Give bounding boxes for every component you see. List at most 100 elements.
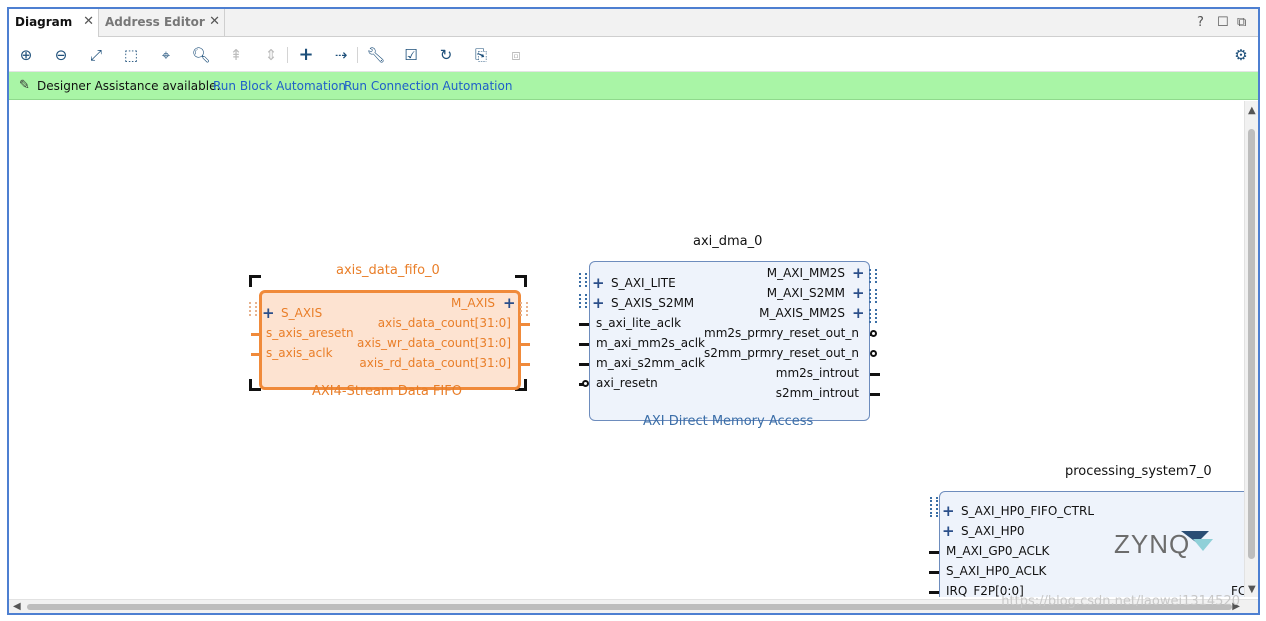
fifo-instance-name[interactable]: axis_data_fifo_0 — [336, 263, 440, 278]
regenerate-layout-icon[interactable]: ↻ — [436, 45, 456, 65]
bus-connector — [249, 302, 257, 316]
pin-stub — [579, 323, 589, 326]
expand-interface-icon[interactable]: + — [592, 296, 605, 311]
assistance-text: Designer Assistance available. — [37, 79, 221, 93]
validate-design-icon[interactable]: ☑ — [401, 45, 421, 65]
diagram-window: Diagram ✕ Address Editor ✕ ? ☐ ⧉ ⊕ ⊖ ⤢ ⬚… — [7, 7, 1260, 615]
pin-stub — [929, 591, 939, 594]
pin-stub — [520, 343, 530, 346]
dma-pin-m-axi-s2mm-aclk[interactable]: m_axi_s2mm_aclk — [596, 356, 705, 370]
bus-connector — [930, 497, 938, 517]
active-low-pin-icon — [582, 380, 589, 387]
expand-interface-icon[interactable]: + — [262, 306, 275, 321]
close-icon[interactable]: ✕ — [209, 9, 220, 35]
pin-stub — [929, 571, 939, 574]
ps-instance-name[interactable]: processing_system7_0 — [1065, 464, 1212, 479]
toolbar-separator — [357, 47, 358, 63]
vertical-scrollbar[interactable]: ▲ ▼ — [1244, 101, 1258, 597]
dma-pin-m-axi-mm2s[interactable]: M_AXI_MM2S — [709, 266, 845, 280]
expand-interface-icon[interactable]: + — [852, 266, 865, 281]
detach-icon[interactable]: ⧉ — [1237, 15, 1246, 30]
expand-interface-icon[interactable]: + — [942, 504, 955, 519]
ps-pin-s-axi-hp0[interactable]: S_AXI_HP0 — [961, 524, 1024, 538]
fifo-pin-m-axis[interactable]: M_AXIS — [409, 296, 495, 310]
dma-pin-s2mm-reset[interactable]: s2mm_prmry_reset_out_n — [699, 346, 859, 360]
pin-stub — [579, 343, 589, 346]
zoom-fit-icon[interactable]: ⤢ — [86, 45, 106, 65]
dma-pin-s-axis-s2mm[interactable]: S_AXIS_S2MM — [611, 296, 694, 310]
run-connection-automation-link[interactable]: Run Connection Automation — [344, 72, 512, 100]
expand-all-icon[interactable]: ⇕ — [261, 45, 281, 65]
pin-stub — [251, 333, 261, 336]
dma-pin-axi-resetn[interactable]: axi_resetn — [596, 376, 658, 390]
active-low-pin-icon — [870, 350, 877, 357]
toolbar: ⊕ ⊖ ⤢ ⬚ ⌖ 🔍︎ ⇞ ⇕ + ⇢ 🔧︎ ☑ ↻ ⎘ ⧈ ⚙ — [9, 38, 1258, 72]
expand-interface-icon[interactable]: + — [852, 286, 865, 301]
selection-corner — [249, 275, 261, 287]
selection-corner — [515, 275, 527, 287]
ps-pin-hp0-fifo-ctrl[interactable]: S_AXI_HP0_FIFO_CTRL — [961, 504, 1094, 518]
zoom-out-icon[interactable]: ⊖ — [51, 45, 71, 65]
add-ip-icon[interactable]: + — [296, 45, 316, 65]
expand-interface-icon[interactable]: + — [503, 296, 516, 311]
tab-diagram-label: Diagram — [15, 15, 73, 29]
scroll-down-icon[interactable]: ▼ — [1248, 584, 1256, 595]
pin-stub — [929, 551, 939, 554]
make-external-icon[interactable]: ⇢ — [331, 45, 351, 65]
pin-stub — [251, 353, 261, 356]
bus-connector — [869, 309, 877, 323]
vertical-scroll-thumb[interactable] — [1248, 129, 1255, 559]
expand-interface-icon[interactable]: + — [852, 306, 865, 321]
wrench-icon[interactable]: 🔧︎ — [366, 45, 386, 65]
gear-icon[interactable]: ⚙ — [1231, 45, 1251, 65]
pin-stub — [520, 363, 530, 366]
optimize-routing-icon[interactable]: ⎘ — [471, 45, 491, 65]
tab-address-editor[interactable]: Address Editor ✕ — [99, 9, 225, 37]
zynq-logo-icon — [1181, 531, 1213, 551]
zoom-in-icon[interactable]: ⊕ — [16, 45, 36, 65]
dma-pin-s-axi-lite[interactable]: S_AXI_LITE — [611, 276, 676, 290]
dma-pin-m-axi-s2mm[interactable]: M_AXI_S2MM — [709, 286, 845, 300]
scroll-left-icon[interactable]: ◀ — [13, 601, 21, 612]
diagram-canvas[interactable]: axis_data_fifo_0 + S_AXIS s_axis_aresetn… — [9, 101, 1258, 597]
fifo-type-label: AXI4-Stream Data FIFO — [312, 384, 462, 399]
zoom-area-icon[interactable]: ⬚ — [121, 45, 141, 65]
tab-diagram[interactable]: Diagram ✕ — [9, 9, 99, 37]
bus-connector — [869, 269, 877, 283]
pin-stub — [870, 393, 880, 396]
expand-interface-icon[interactable]: + — [942, 524, 955, 539]
dma-pin-s2mm-introut[interactable]: s2mm_introut — [749, 386, 859, 400]
watermark: https://blog.csdn.net/laowei1314520 — [1001, 594, 1240, 609]
dma-pin-m-axis-mm2s[interactable]: M_AXIS_MM2S — [709, 306, 845, 320]
pin-stub — [520, 323, 530, 326]
auto-fit-selection-icon[interactable]: ⌖ — [156, 45, 176, 65]
fifo-pin-aclk[interactable]: s_axis_aclk — [266, 346, 333, 360]
dma-type-label: AXI Direct Memory Access — [643, 414, 814, 429]
scroll-up-icon[interactable]: ▲ — [1248, 105, 1256, 116]
dma-pin-m-axi-mm2s-aclk[interactable]: m_axi_mm2s_aclk — [596, 336, 705, 350]
search-icon[interactable]: 🔍︎ — [191, 45, 211, 65]
fifo-pin-data-count[interactable]: axis_data_count[31:0] — [359, 316, 511, 330]
fifo-pin-s-axis[interactable]: S_AXIS — [281, 306, 322, 320]
toolbar-separator — [287, 47, 288, 63]
restore-icon[interactable]: ☐ — [1217, 15, 1229, 30]
dma-instance-name[interactable]: axi_dma_0 — [693, 234, 762, 249]
help-icon[interactable]: ? — [1197, 15, 1204, 30]
fifo-pin-wr-data-count[interactable]: axis_wr_data_count[31:0] — [339, 336, 511, 350]
expand-interface-icon[interactable]: + — [592, 276, 605, 291]
dma-pin-mm2s-introut[interactable]: mm2s_introut — [749, 366, 859, 380]
dma-pin-s-axi-lite-aclk[interactable]: s_axi_lite_aclk — [596, 316, 681, 330]
ps-pin-gp0-aclk[interactable]: M_AXI_GP0_ACLK — [946, 544, 1049, 558]
designer-assistance-bar: ✎ Designer Assistance available. Run Blo… — [9, 72, 1258, 100]
bus-connector — [520, 302, 528, 316]
ps-pin-hp0-aclk[interactable]: S_AXI_HP0_ACLK — [946, 564, 1046, 578]
collapse-all-icon[interactable]: ⇞ — [226, 45, 246, 65]
dma-pin-mm2s-reset[interactable]: mm2s_prmry_reset_out_n — [699, 326, 859, 340]
pin-stub — [870, 373, 880, 376]
close-icon[interactable]: ✕ — [83, 9, 94, 35]
ip-settings-icon[interactable]: ⧈ — [506, 45, 526, 65]
run-block-automation-link[interactable]: Run Block Automation — [213, 72, 346, 100]
bus-connector — [869, 289, 877, 303]
fifo-pin-rd-data-count[interactable]: axis_rd_data_count[31:0] — [339, 356, 511, 370]
tab-address-editor-label: Address Editor — [105, 15, 205, 29]
